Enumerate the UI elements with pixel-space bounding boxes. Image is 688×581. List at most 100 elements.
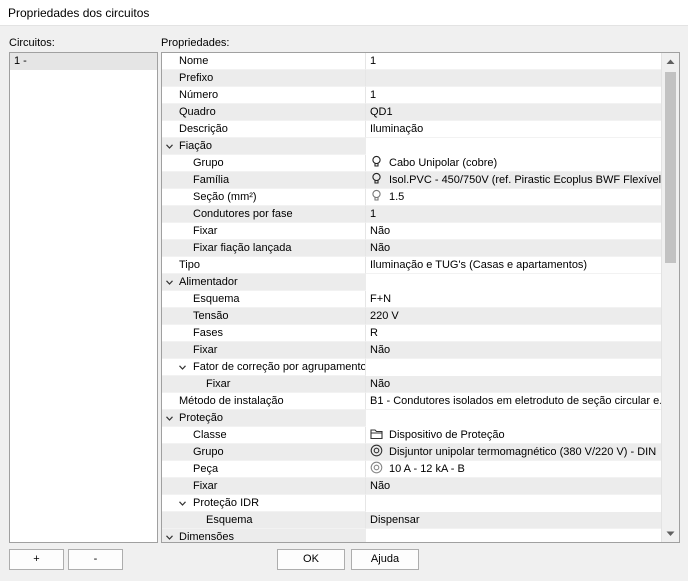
property-value-cell[interactable]: [366, 70, 662, 87]
property-value-cell[interactable]: Não: [366, 240, 662, 257]
property-row[interactable]: Número 1: [162, 87, 662, 104]
property-name-cell: Descrição: [162, 121, 366, 138]
property-row[interactable]: Prefixo: [162, 70, 662, 87]
property-label: Condutores por fase: [193, 208, 293, 220]
property-value-cell[interactable]: 1: [366, 206, 662, 223]
property-value-cell[interactable]: Não: [366, 342, 662, 359]
property-value: QD1: [370, 106, 393, 118]
property-name-cell: Fiação: [162, 138, 366, 155]
property-value-cell[interactable]: Não: [366, 376, 662, 393]
remove-circuit-button[interactable]: -: [68, 549, 123, 570]
ok-button[interactable]: OK: [277, 549, 345, 570]
vertical-scrollbar[interactable]: [661, 53, 679, 542]
bulb-icon: [372, 155, 381, 167]
circuits-label: Circuitos:: [9, 37, 55, 49]
folder-icon: [370, 429, 383, 440]
scroll-up-button[interactable]: [662, 53, 679, 70]
property-row[interactable]: Grupo Cabo Unipolar (cobre): [162, 155, 662, 172]
property-row[interactable]: Fases R: [162, 325, 662, 342]
property-value-cell[interactable]: Iluminação e TUG's (Casas e apartamentos…: [366, 257, 662, 274]
property-value-cell[interactable]: Dispositivo de Proteção: [366, 427, 662, 444]
property-value-cell[interactable]: F+N: [366, 291, 662, 308]
chevron-down-icon[interactable]: [179, 500, 186, 507]
property-value-cell[interactable]: Não: [366, 223, 662, 240]
property-row[interactable]: Grupo Disjuntor unipolar termomagnético (…: [162, 444, 662, 461]
property-name-cell: Alimentador: [162, 274, 366, 291]
property-value-cell[interactable]: 10 A - 12 kA - B: [366, 461, 662, 478]
property-value-cell[interactable]: Isol.PVC - 450/750V (ref. Pirastic Ecopl…: [366, 172, 662, 189]
property-value-cell[interactable]: Disjuntor unipolar termomagnético (380 V…: [366, 444, 662, 461]
property-value-cell[interactable]: Cabo Unipolar (cobre): [366, 155, 662, 172]
property-row[interactable]: Esquema Dispensar: [162, 512, 662, 529]
property-name-cell: Classe: [162, 427, 366, 444]
property-value: B1 - Condutores isolados em eletroduto d…: [370, 395, 662, 407]
property-grid[interactable]: Nome 1 Prefixo Número 1 Quadro QD1 Descrição Ilu…: [161, 52, 680, 543]
property-name-cell: Seção (mm²): [162, 189, 366, 206]
chevron-down-icon[interactable]: [166, 415, 173, 422]
chevron-down-icon[interactable]: [179, 364, 186, 371]
property-label: Dimensões: [179, 531, 235, 543]
property-row[interactable]: Quadro QD1: [162, 104, 662, 121]
property-value-cell[interactable]: 1: [366, 87, 662, 104]
property-name-cell: Fixar: [162, 376, 366, 393]
property-row[interactable]: Descrição Iluminação: [162, 121, 662, 138]
scroll-thumb[interactable]: [665, 72, 676, 263]
property-row[interactable]: Fiação: [162, 138, 662, 155]
property-value-cell[interactable]: QD1: [366, 104, 662, 121]
property-label: Família: [193, 174, 230, 186]
property-row[interactable]: Esquema F+N: [162, 291, 662, 308]
property-value-cell[interactable]: 220 V: [366, 308, 662, 325]
property-row[interactable]: Dimensões: [162, 529, 662, 543]
property-name-cell: Tipo: [162, 257, 366, 274]
property-row[interactable]: Fixar Não: [162, 376, 662, 393]
property-value-cell[interactable]: Não: [366, 478, 662, 495]
property-row[interactable]: Família Isol.PVC - 450/750V (ref. Pirasti…: [162, 172, 662, 189]
property-row[interactable]: Fator de correção por agrupamento: [162, 359, 662, 376]
property-row[interactable]: Seção (mm²) 1.5: [162, 189, 662, 206]
property-name-cell: Esquema: [162, 291, 366, 308]
property-row[interactable]: Fixar Não: [162, 223, 662, 240]
property-value-cell[interactable]: 1: [366, 53, 662, 70]
property-value-cell[interactable]: B1 - Condutores isolados em eletroduto d…: [366, 393, 662, 410]
property-label: Proteção IDR: [193, 497, 260, 509]
property-row[interactable]: Proteção IDR: [162, 495, 662, 512]
property-label: Quadro: [179, 106, 216, 118]
property-name-cell: Proteção: [162, 410, 366, 427]
property-row[interactable]: Fixar fiação lançada Não: [162, 240, 662, 257]
property-row[interactable]: Nome 1: [162, 53, 662, 70]
property-value: Isol.PVC - 450/750V (ref. Pirastic Ecopl…: [389, 174, 662, 186]
property-label: Fixar: [206, 378, 231, 390]
scroll-down-button[interactable]: [662, 525, 679, 542]
property-label: Seção (mm²): [193, 191, 257, 203]
property-row[interactable]: Peça 10 A - 12 kA - B: [162, 461, 662, 478]
property-value-cell[interactable]: R: [366, 325, 662, 342]
property-row[interactable]: Método de instalação B1 - Condutores isol…: [162, 393, 662, 410]
property-row[interactable]: Tensão 220 V: [162, 308, 662, 325]
property-value: F+N: [370, 293, 392, 305]
property-row[interactable]: Fixar Não: [162, 478, 662, 495]
chevron-down-icon[interactable]: [166, 534, 173, 541]
add-circuit-button[interactable]: +: [9, 549, 64, 570]
property-value: Não: [370, 242, 391, 254]
chevron-down-icon[interactable]: [166, 143, 173, 150]
property-value-cell[interactable]: 1.5: [366, 189, 662, 206]
property-value-cell[interactable]: Dispensar: [366, 512, 662, 529]
property-label: Esquema: [206, 514, 253, 526]
property-label: Fixar fiação lançada: [193, 242, 292, 254]
property-value: Cabo Unipolar (cobre): [389, 157, 498, 169]
property-value: Não: [370, 344, 391, 356]
property-row[interactable]: Condutores por fase 1: [162, 206, 662, 223]
property-row[interactable]: Proteção: [162, 410, 662, 427]
property-value: Disjuntor unipolar termomagnético (380 V…: [389, 446, 657, 458]
circuit-list[interactable]: 1 -: [9, 52, 158, 543]
chevron-down-icon[interactable]: [166, 279, 173, 286]
property-value-cell[interactable]: Iluminação: [366, 121, 662, 138]
property-row[interactable]: Tipo Iluminação e TUG's (Casas e apartame…: [162, 257, 662, 274]
property-row[interactable]: Fixar Não: [162, 342, 662, 359]
bulb-icon: [372, 189, 381, 201]
circuit-item[interactable]: 1 -: [10, 53, 157, 70]
property-row[interactable]: Alimentador: [162, 274, 662, 291]
property-value: 220 V: [370, 310, 399, 322]
property-row[interactable]: Classe Dispositivo de Proteção: [162, 427, 662, 444]
help-button[interactable]: Ajuda: [351, 549, 419, 570]
